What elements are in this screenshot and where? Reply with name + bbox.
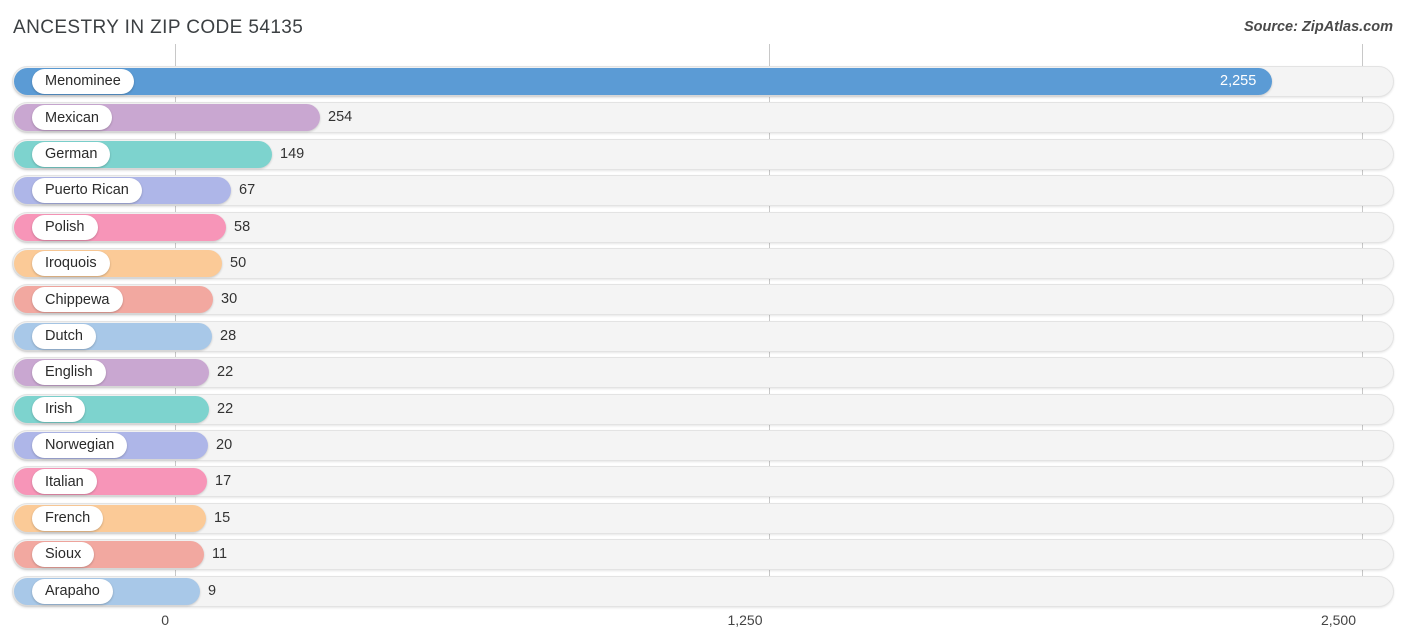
bar-track	[12, 284, 1394, 316]
axis-tick-label: 0	[161, 612, 169, 628]
category-label-text: Arapaho	[45, 582, 100, 599]
category-label-pill: German	[32, 141, 111, 167]
category-label-text: Puerto Rican	[45, 182, 129, 199]
bar-track	[12, 575, 1394, 607]
page-title: ANCESTRY IN ZIP CODE 54135	[13, 17, 304, 38]
bar-value-label: 11	[212, 546, 228, 563]
axis-tick-label: 1,250	[727, 612, 763, 628]
category-label-pill: Chippewa	[32, 287, 123, 313]
bar-row[interactable]: English 22	[12, 357, 1394, 389]
category-label-text: Polish	[45, 218, 85, 235]
category-label-text: Dutch	[45, 328, 83, 345]
bar-row[interactable]: Menominee 2,255	[12, 66, 1394, 97]
x-axis: 0 1,250 2,500	[0, 606, 1406, 644]
bar-row[interactable]: Chippewa 30	[12, 284, 1394, 316]
category-label-text: Italian	[45, 473, 84, 490]
category-label-pill: English	[32, 360, 106, 386]
bar-fill	[14, 68, 1272, 95]
category-label-text: Menominee	[45, 73, 121, 90]
category-label-pill: Puerto Rican	[32, 178, 142, 204]
bar-row[interactable]: Puerto Rican 67	[12, 175, 1394, 207]
bar-value-label: 9	[208, 582, 217, 599]
bar-value-label: 149	[280, 145, 305, 162]
category-label-pill: Mexican	[32, 105, 112, 131]
category-label-pill: Irish	[32, 396, 86, 422]
bar-row[interactable]: Mexican 254	[12, 102, 1394, 134]
bar-row[interactable]: Iroquois 50	[12, 248, 1394, 279]
bar-row[interactable]: German 149	[12, 138, 1394, 170]
category-label-pill: Norwegian	[32, 433, 128, 458]
bar-value-label: 22	[217, 400, 234, 417]
category-label-text: Iroquois	[45, 255, 97, 272]
bar-row[interactable]: Polish 58	[12, 211, 1394, 243]
chart-plot-area: Menominee 2,255 Mexican 254 German 149 Puerto …	[0, 44, 1406, 607]
bar-row[interactable]: Sioux 11	[12, 539, 1394, 571]
category-label-pill: Menominee	[32, 69, 134, 94]
bar-value-label: 2,255	[1220, 73, 1257, 89]
category-label-text: German	[45, 146, 98, 163]
category-label-pill: French	[32, 505, 104, 531]
bar-row[interactable]: Norwegian 20	[12, 430, 1394, 461]
category-label-pill: Italian	[32, 469, 97, 495]
category-label-pill: Sioux	[32, 542, 95, 568]
bar-value-label: 15	[214, 509, 231, 526]
category-label-text: Sioux	[45, 546, 82, 563]
bar-value-label: 50	[230, 255, 247, 271]
source-attribution: Source: ZipAtlas.com	[1243, 19, 1393, 35]
bar-value-label: 28	[220, 327, 237, 344]
category-label-text: Mexican	[45, 109, 99, 126]
category-label-text: Chippewa	[45, 291, 110, 308]
category-label-pill: Polish	[32, 214, 98, 240]
bar-row[interactable]: Arapaho 9	[12, 575, 1394, 607]
category-label-text: English	[45, 364, 93, 381]
bar-value-label: 17	[215, 473, 232, 490]
bar-value-label: 30	[221, 291, 238, 308]
bar-row[interactable]: French 15	[12, 502, 1394, 534]
category-label-text: French	[45, 510, 91, 527]
category-label-text: Norwegian	[45, 437, 115, 454]
bar-value-label: 67	[239, 182, 256, 199]
category-label-pill: Dutch	[32, 323, 96, 349]
category-label-pill: Iroquois	[32, 251, 110, 276]
bar-value-label: 254	[328, 109, 353, 126]
bar-row[interactable]: Dutch 28	[12, 320, 1394, 352]
bar-value-label: 58	[234, 218, 251, 235]
category-label-pill: Arapaho	[32, 578, 113, 604]
bar-value-label: 20	[216, 437, 233, 453]
category-label-text: Irish	[45, 400, 73, 417]
bar-row[interactable]: Irish 22	[12, 393, 1394, 425]
bar-row[interactable]: Italian 17	[12, 466, 1394, 498]
bar-value-label: 22	[217, 364, 234, 381]
axis-tick-label: 2,500	[1320, 612, 1356, 628]
